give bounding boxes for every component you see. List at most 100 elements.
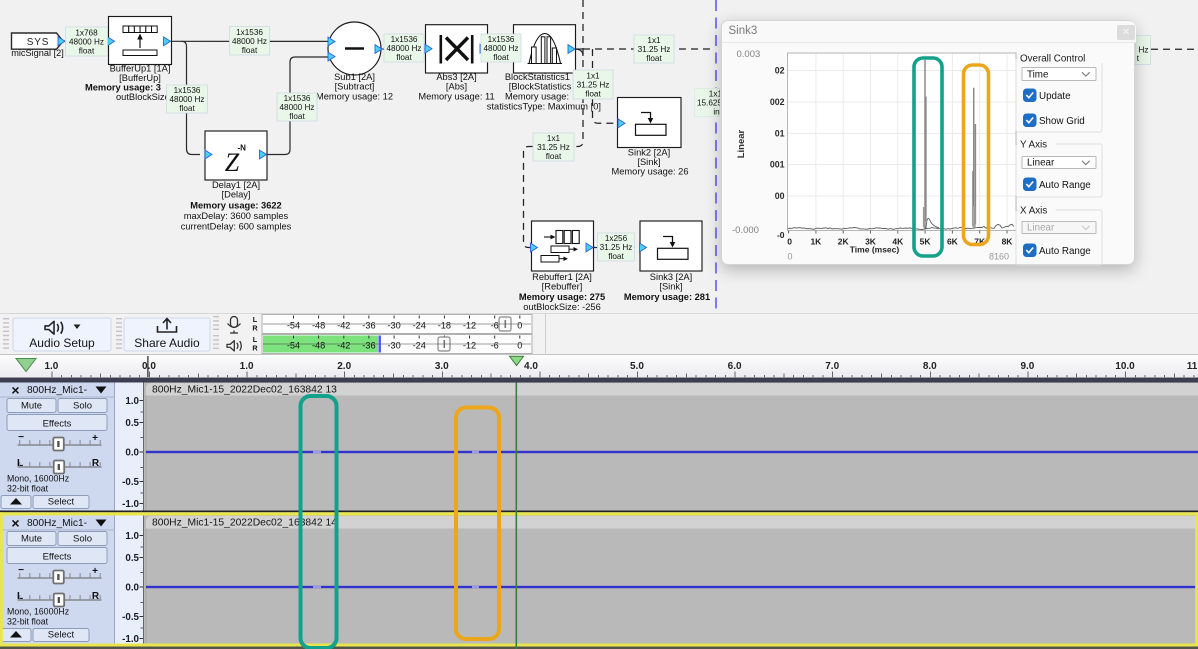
svg-text:SYS: SYS <box>27 37 49 48</box>
svg-text:Show Grid: Show Grid <box>1039 116 1085 127</box>
svg-text:800Hz_Mic1-: 800Hz_Mic1- <box>27 385 87 396</box>
svg-text:float: float <box>396 53 412 62</box>
svg-text:48000 Hz: 48000 Hz <box>232 37 267 46</box>
svg-text:1x1536: 1x1536 <box>236 28 263 37</box>
svg-text:−: − <box>18 565 24 576</box>
svg-text:0: 0 <box>787 252 792 262</box>
svg-text:Effects: Effects <box>43 419 72 430</box>
svg-text:4.0: 4.0 <box>524 361 538 372</box>
svg-text:float: float <box>493 53 509 62</box>
svg-text:Memory usage: 26: Memory usage: 26 <box>612 167 689 177</box>
svg-text:10.0: 10.0 <box>1115 361 1135 372</box>
svg-text:float: float <box>608 252 624 261</box>
svg-text:-54: -54 <box>287 321 300 331</box>
svg-text:Mono, 16000Hz: Mono, 16000Hz <box>7 607 69 617</box>
svg-text:-24: -24 <box>413 341 426 351</box>
svg-text:×: × <box>11 382 19 398</box>
svg-text:-0: -0 <box>777 230 785 240</box>
svg-text:0: 0 <box>517 341 522 351</box>
svg-text:-6: -6 <box>491 341 499 351</box>
svg-text:002: 002 <box>770 97 785 107</box>
svg-text:1.0: 1.0 <box>125 396 139 407</box>
svg-text:31.25 Hz: 31.25 Hz <box>638 45 671 54</box>
svg-text:48000 Hz: 48000 Hz <box>69 38 104 47</box>
svg-text:7.0: 7.0 <box>825 361 839 372</box>
svg-text:1.0: 1.0 <box>125 531 139 542</box>
svg-text:float: float <box>646 54 662 63</box>
svg-text:maxDelay: 3600 samples: maxDelay: 3600 samples <box>184 211 289 221</box>
svg-text:-0.000: -0.000 <box>732 225 759 236</box>
svg-text:Update: Update <box>1039 91 1071 102</box>
svg-text:02: 02 <box>775 66 785 76</box>
svg-text:Mute: Mute <box>21 534 42 545</box>
svg-text:1x1: 1x1 <box>547 134 561 143</box>
svg-text:float: float <box>585 90 601 99</box>
svg-text:float: float <box>79 47 95 56</box>
svg-text:8K: 8K <box>1002 237 1014 247</box>
svg-text:48000 Hz: 48000 Hz <box>169 95 204 104</box>
svg-text:Solo: Solo <box>73 401 92 412</box>
svg-text:[BufferUp]: [BufferUp] <box>119 73 161 83</box>
svg-text:outBlockSize: -256: outBlockSize: -256 <box>523 302 601 312</box>
svg-text:statisticsType: Maximum [0]: statisticsType: Maximum [0] <box>487 102 601 112</box>
svg-text:Effects: Effects <box>43 552 72 563</box>
svg-text:-0.5: -0.5 <box>122 477 139 488</box>
svg-text:11: 11 <box>1187 361 1198 372</box>
svg-text:8160: 8160 <box>989 252 1009 262</box>
svg-text:-54: -54 <box>287 341 300 351</box>
svg-text:1x1536: 1x1536 <box>284 94 311 103</box>
svg-text:-1.0: -1.0 <box>122 634 139 645</box>
svg-text:-6: -6 <box>491 321 499 331</box>
svg-text:800Hz_Mic1-15_2022Dec02_163842: 800Hz_Mic1-15_2022Dec02_163842 14 <box>152 518 337 529</box>
svg-text:Auto Range: Auto Range <box>1039 246 1091 257</box>
svg-text:1.0: 1.0 <box>44 361 58 372</box>
svg-text:9.0: 9.0 <box>1020 361 1034 372</box>
svg-text:Mute: Mute <box>21 401 42 412</box>
svg-text:Audio Setup: Audio Setup <box>29 336 95 350</box>
svg-text:32-bit float: 32-bit float <box>7 617 49 627</box>
svg-text:Memory usage: 3622: Memory usage: 3622 <box>190 201 281 211</box>
svg-text:32-bit float: 32-bit float <box>7 484 49 494</box>
svg-text:1x768: 1x768 <box>75 29 98 38</box>
svg-text:Memory usage: 11: Memory usage: 11 <box>418 92 494 102</box>
svg-text:1x256: 1x256 <box>605 234 628 243</box>
svg-text:1K: 1K <box>810 237 822 247</box>
svg-text:[Sink]: [Sink] <box>659 282 682 292</box>
svg-text:-36: -36 <box>362 341 375 351</box>
svg-text:Select: Select <box>48 630 75 641</box>
svg-text:−: − <box>18 432 24 443</box>
svg-text:0: 0 <box>787 237 792 247</box>
svg-text:31.25 Hz: 31.25 Hz <box>600 243 633 252</box>
svg-text:5K: 5K <box>920 237 932 247</box>
svg-text:Time (msec): Time (msec) <box>850 245 900 255</box>
svg-text:Sub1 [2A]: Sub1 [2A] <box>334 72 375 82</box>
svg-text:Rebuffer1 [2A]: Rebuffer1 [2A] <box>532 272 592 282</box>
svg-text:×: × <box>11 515 19 531</box>
svg-text:BlockStatistics1 [: BlockStatistics1 [ <box>505 72 576 82</box>
svg-text:Mono, 16000Hz: Mono, 16000Hz <box>7 474 69 484</box>
svg-text:-42: -42 <box>337 341 350 351</box>
svg-text:Hz: Hz <box>1138 45 1148 54</box>
svg-text:X Axis: X Axis <box>1020 206 1047 217</box>
svg-text:Time: Time <box>1027 70 1049 81</box>
svg-text:800Hz_Mic1-: 800Hz_Mic1- <box>27 518 87 529</box>
svg-text:Delay1 [2A]: Delay1 [2A] <box>212 180 260 190</box>
svg-text:Y Axis: Y Axis <box>1020 140 1047 151</box>
svg-text:31.25 Hz: 31.25 Hz <box>577 81 610 90</box>
svg-text:Select: Select <box>48 497 75 508</box>
svg-text:-18: -18 <box>438 321 451 331</box>
svg-text:-N: -N <box>238 144 247 153</box>
svg-text:Sink3 [2A]: Sink3 [2A] <box>650 272 692 282</box>
svg-text:Linear: Linear <box>1027 223 1055 234</box>
svg-text:Memory usage: 12: Memory usage: 12 <box>316 92 393 102</box>
svg-text:2K: 2K <box>838 237 850 247</box>
svg-text:Memory usage:: Memory usage: <box>505 92 569 102</box>
svg-text:6K: 6K <box>947 237 959 247</box>
svg-text:5.0: 5.0 <box>630 361 644 372</box>
svg-text:float: float <box>289 112 305 121</box>
svg-text:0.0: 0.0 <box>125 448 139 459</box>
svg-text:-24: -24 <box>413 321 426 331</box>
svg-text:1x1536: 1x1536 <box>488 35 515 44</box>
svg-text:48000 Hz: 48000 Hz <box>386 44 421 53</box>
svg-text:micSignal [2]: micSignal [2] <box>11 48 64 58</box>
